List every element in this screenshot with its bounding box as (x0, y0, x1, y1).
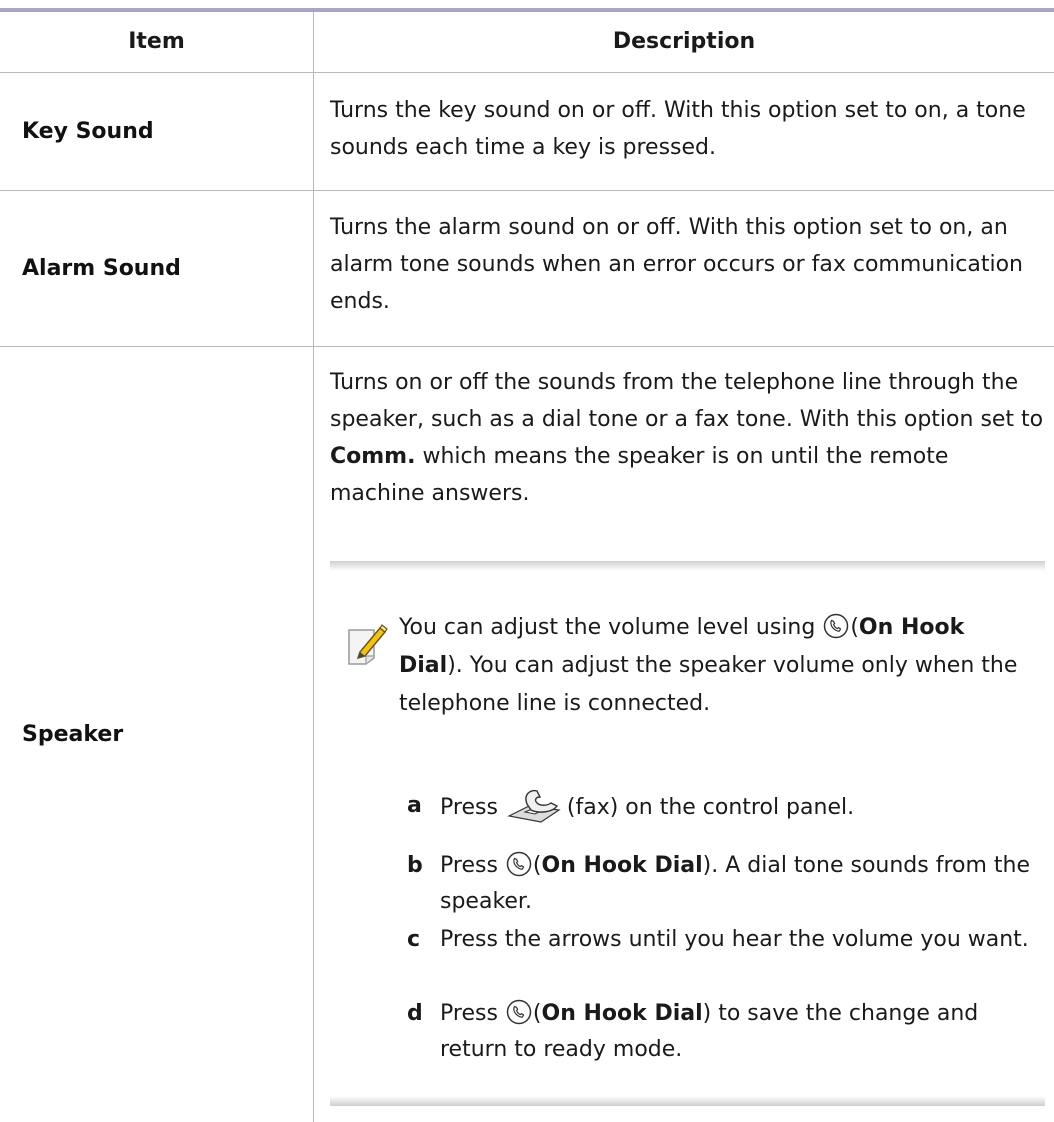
description-key-sound: Turns the key sound on or off. With this… (330, 98, 1026, 160)
fax-button-icon (507, 789, 561, 823)
note-pencil-icon (348, 624, 388, 665)
column-divider (313, 12, 314, 1122)
table-row-speaker-item: Speaker (0, 347, 313, 1122)
step-body-d: Press (On Hook Dial) to save the change … (440, 999, 979, 1062)
table-row-alarm-sound-item: Alarm Sound (0, 191, 313, 346)
settings-table-page: Item Description Key Sound Turns the key… (0, 0, 1054, 1122)
step-body-a: Press (fax) on the control panel. (440, 788, 1030, 826)
step-letter-c: c (407, 927, 421, 952)
on-hook-dial-icon (506, 851, 532, 877)
header-item-cell: Item (0, 12, 313, 70)
step-body-b: Press (On Hook Dial). A dial tone sounds… (440, 851, 1031, 914)
note-text-prefix: You can adjust the volume level using (399, 615, 823, 640)
description-speaker: Turns on or off the sounds from the tele… (330, 364, 1045, 512)
step-body-c: Press the arrows until you hear the volu… (440, 927, 1029, 952)
item-alarm-sound: Alarm Sound (22, 256, 181, 281)
item-speaker: Speaker (22, 722, 124, 747)
note-top-shade (330, 561, 1045, 571)
item-key-sound: Key Sound (22, 119, 154, 144)
step-letter-a: a (407, 793, 422, 818)
speaker-desc-comm: Comm. (330, 444, 416, 469)
step-letter-b: b (407, 853, 423, 878)
step-d-pre: Press (440, 1001, 505, 1026)
note-text-suffix: ). You can adjust the speaker volume onl… (399, 653, 1018, 716)
note-box: You can adjust the volume level using (O… (330, 561, 1045, 1106)
step-letter-d: d (407, 1001, 423, 1026)
step-d-on-hook: On Hook Dial (541, 1001, 703, 1026)
on-hook-dial-icon (824, 613, 849, 639)
note-text: You can adjust the volume level using (O… (399, 613, 1018, 716)
speaker-desc-prefix: Turns on or off the sounds from the tele… (330, 370, 1044, 432)
step-a-post: (fax) on the control panel. (566, 795, 855, 820)
step-b-on-hook: On Hook Dial (541, 853, 703, 878)
header-description-cell: Description (314, 12, 1054, 70)
header-item: Item (128, 28, 185, 54)
header-description: Description (612, 28, 756, 54)
step-b-pre: Press (440, 853, 505, 878)
speaker-desc-suffix: which means the speaker is on until the … (330, 444, 949, 506)
step-a-pre: Press (440, 795, 505, 820)
description-alarm-sound: Turns the alarm sound on or off. With th… (330, 215, 1023, 314)
note-bottom-shade (330, 1096, 1045, 1106)
on-hook-dial-icon (506, 999, 532, 1025)
table-row-key-sound-item: Key Sound (0, 73, 313, 190)
